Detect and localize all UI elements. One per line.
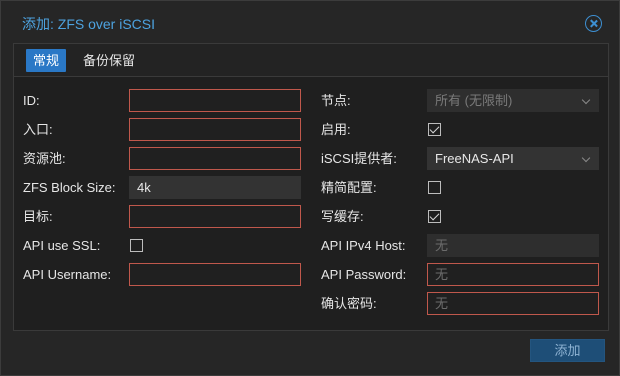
- enable-checkbox[interactable]: [428, 123, 441, 136]
- api-ipv4-label: API IPv4 Host:: [321, 238, 406, 253]
- pool-label: 资源池:: [23, 151, 66, 166]
- pool-input[interactable]: [129, 147, 301, 170]
- block-size-label: ZFS Block Size:: [23, 180, 116, 195]
- tab-bar: 常规 备份保留: [14, 44, 608, 77]
- tab-backup-retention[interactable]: 备份保留: [76, 49, 142, 72]
- confirm-password-input[interactable]: 无: [427, 292, 599, 315]
- id-label: ID:: [23, 93, 40, 108]
- confirm-password-label: 确认密码:: [321, 296, 377, 311]
- nodes-label: 节点:: [321, 93, 351, 108]
- enable-label: 启用:: [321, 122, 351, 137]
- add-button[interactable]: 添加: [530, 339, 605, 362]
- api-ssl-label: API use SSL:: [23, 238, 101, 253]
- iscsi-provider-select[interactable]: FreeNAS-API: [427, 147, 599, 170]
- iscsi-provider-label: iSCSI提供者:: [321, 151, 397, 166]
- write-cache-checkbox[interactable]: [428, 210, 441, 223]
- close-circle-icon[interactable]: [585, 15, 602, 32]
- dialog-title: 添加: ZFS over iSCSI: [22, 16, 156, 32]
- thin-provision-checkbox[interactable]: [428, 181, 441, 194]
- api-ipv4-input: 无: [427, 234, 599, 257]
- target-input[interactable]: [129, 205, 301, 228]
- api-ssl-checkbox[interactable]: [130, 239, 143, 252]
- api-username-label: API Username:: [23, 267, 112, 282]
- dialog-titlebar: 添加: ZFS over iSCSI: [1, 1, 619, 43]
- write-cache-label: 写缓存:: [321, 209, 364, 224]
- api-username-input[interactable]: [129, 263, 301, 286]
- add-storage-dialog: 添加: ZFS over iSCSI 常规 备份保留 ID: 入口: 资源池: …: [0, 0, 620, 376]
- nodes-select-value: 所有 (无限制): [435, 93, 513, 108]
- portal-input[interactable]: [129, 118, 301, 141]
- iscsi-provider-value: FreeNAS-API: [435, 151, 514, 166]
- id-input[interactable]: [129, 89, 301, 112]
- nodes-select: 所有 (无限制): [427, 89, 599, 112]
- portal-label: 入口:: [23, 122, 53, 137]
- api-password-input[interactable]: 无: [427, 263, 599, 286]
- chevron-down-icon[interactable]: [581, 153, 591, 163]
- chevron-down-icon: [581, 95, 591, 105]
- api-password-label: API Password:: [321, 267, 407, 282]
- thin-provision-label: 精简配置:: [321, 180, 377, 195]
- block-size-input[interactable]: 4k: [129, 176, 301, 199]
- target-label: 目标:: [23, 209, 53, 224]
- tab-general[interactable]: 常规: [26, 49, 67, 72]
